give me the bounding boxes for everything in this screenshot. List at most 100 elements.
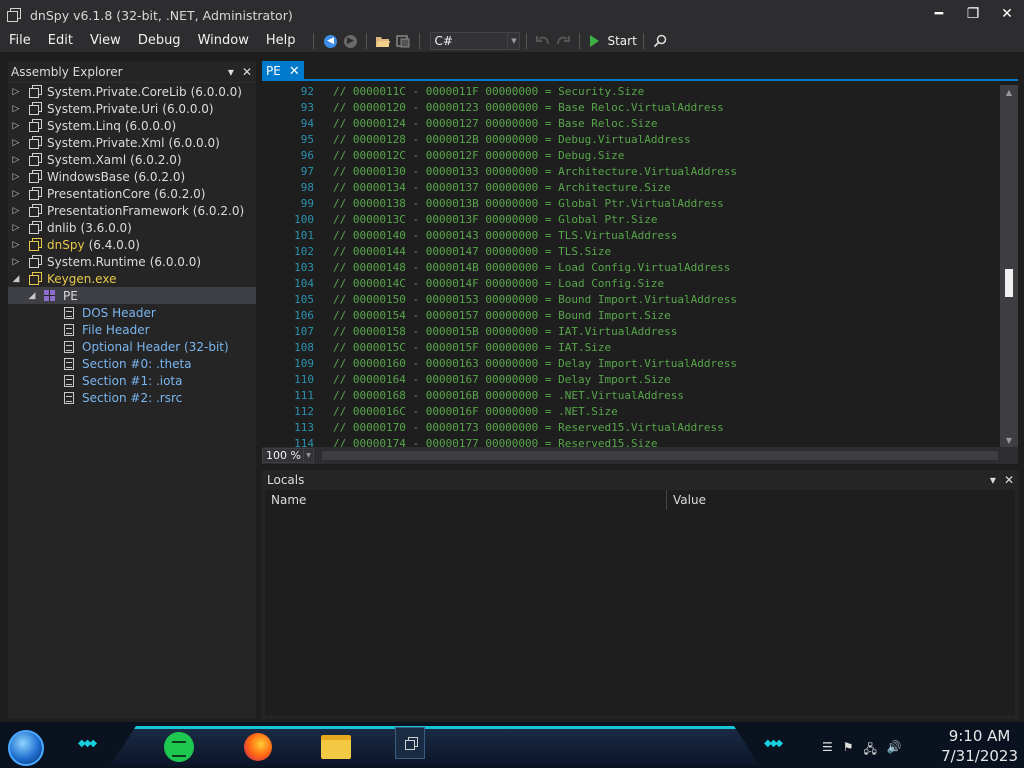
expand-arrow-icon[interactable]: ▷ [10, 206, 22, 216]
close-tab-icon[interactable]: ✕ [289, 64, 300, 79]
editor-footer: 100 % ▼ [262, 447, 1018, 464]
tree-item-keygen[interactable]: ◢ Keygen.exe [8, 270, 256, 287]
zoom-select[interactable]: 100 % ▼ [262, 448, 314, 463]
expand-arrow-icon[interactable]: ▷ [10, 155, 22, 165]
toolbar-separator [313, 33, 315, 49]
open-button[interactable] [373, 31, 393, 51]
open-folder-icon [376, 37, 391, 47]
pe-module-icon [44, 290, 55, 301]
undo-button[interactable] [533, 31, 553, 51]
scrollbar-thumb[interactable] [1005, 269, 1013, 297]
expand-arrow-icon[interactable]: ▷ [10, 87, 22, 97]
taskbar-app-explorer[interactable] [321, 732, 351, 762]
expand-arrow-icon[interactable]: ▷ [10, 138, 22, 148]
tree-item-assembly[interactable]: ▷ System.Private.Xml (6.0.0.0) [8, 134, 256, 151]
taskbar-app-firefox[interactable] [243, 732, 273, 762]
clock[interactable]: 9:10 AM 7/31/2023 [941, 726, 1018, 766]
code-comment: // 0000011C - 0000011F 00000000 = Securi… [333, 85, 645, 98]
line-number: 105 [294, 293, 314, 306]
file-explorer-icon [321, 735, 351, 759]
expand-arrow-icon[interactable]: ▷ [10, 189, 22, 199]
menu-file[interactable]: File [0, 32, 39, 50]
expand-arrow-icon[interactable]: ▷ [10, 104, 22, 114]
tree-item-assembly[interactable]: ▷ dnSpy (6.4.0.0) [8, 236, 256, 253]
collapse-arrow-icon[interactable]: ◢ [26, 291, 38, 301]
code-view[interactable]: 92 // 0000011C - 0000011F 00000000 = Secu… [280, 85, 1000, 449]
assembly-version: (6.0.0.0) [124, 118, 177, 133]
tree-item-assembly[interactable]: ▷ WindowsBase (6.0.2.0) [8, 168, 256, 185]
tree-item-assembly[interactable]: ▷ PresentationCore (6.0.2.0) [8, 185, 256, 202]
expand-arrow-icon[interactable]: ▷ [10, 223, 22, 233]
toolbar-separator [526, 33, 528, 49]
expand-arrow-icon[interactable]: ▷ [10, 240, 22, 250]
show-desktop-icon[interactable]: ☰ [822, 740, 833, 761]
network-icon[interactable]: 🖧 [864, 740, 877, 761]
tree-item-assembly[interactable]: ▷ System.Private.Uri (6.0.0.0) [8, 100, 256, 117]
tree-item-assembly[interactable]: ▷ System.Linq (6.0.0.0) [8, 117, 256, 134]
tree-item-assembly[interactable]: ▷ System.Runtime (6.0.0.0) [8, 253, 256, 270]
column-header-value[interactable]: Value [667, 490, 706, 510]
assembly-version: (6.0.0.0) [190, 84, 242, 99]
code-line: 96 // 0000012C - 0000012F 00000000 = Debu… [280, 149, 1000, 165]
search-button[interactable] [650, 31, 670, 51]
maximize-button[interactable]: ❐ [956, 0, 990, 30]
tab-pe[interactable]: PE ✕ [262, 61, 304, 81]
horizontal-scrollbar[interactable] [322, 451, 998, 460]
vertical-scrollbar[interactable]: ▲ ▼ [1000, 85, 1018, 449]
assembly-version: (6.0.2.0) [192, 203, 245, 218]
menu-debug[interactable]: Debug [129, 32, 189, 50]
scroll-up-icon[interactable]: ▲ [1000, 85, 1018, 101]
navigate-back-button[interactable]: ◀ [320, 31, 340, 51]
menu-view[interactable]: View [81, 32, 129, 50]
taskbar-app-notes[interactable] [164, 732, 194, 762]
tree-item-pe-child[interactable]: Section #0: .theta [8, 355, 256, 372]
tree-item-assembly[interactable]: ▷ dnlib (3.6.0.0) [8, 219, 256, 236]
expand-arrow-icon[interactable]: ▷ [10, 172, 22, 182]
code-line: 110 // 00000164 - 00000167 00000000 = Del… [280, 373, 1000, 389]
tree-item-pe-child[interactable]: DOS Header [8, 304, 256, 321]
column-header-name[interactable]: Name [265, 490, 667, 510]
code-comment: // 00000154 - 00000157 00000000 = Bound … [333, 309, 671, 322]
start-debugging-button[interactable]: Start [590, 34, 637, 48]
play-icon [590, 35, 600, 47]
menu-edit[interactable]: Edit [39, 32, 81, 50]
redo-button[interactable] [553, 31, 573, 51]
code-comment: // 00000138 - 0000013B 00000000 = Global… [333, 197, 724, 210]
close-icon[interactable]: ✕ [242, 65, 252, 79]
close-button[interactable]: ✕ [990, 0, 1024, 30]
tree-item-assembly[interactable]: ▷ System.Xaml (6.0.2.0) [8, 151, 256, 168]
chevron-down-icon[interactable]: ▾ [990, 473, 996, 487]
tree-item-pe-child[interactable]: Section #2: .rsrc [8, 389, 256, 406]
tree-item-pe[interactable]: ◢ PE [8, 287, 256, 304]
navigate-forward-button[interactable]: ▶ [340, 31, 360, 51]
collapse-arrow-icon[interactable]: ◢ [10, 274, 22, 284]
close-icon[interactable]: ✕ [1004, 473, 1014, 487]
language-select[interactable]: C# ▼ [430, 32, 521, 50]
open-list-button[interactable] [393, 31, 413, 51]
taskbar-app-dnspy[interactable] [395, 727, 425, 759]
flag-icon[interactable]: ⚑ [843, 740, 854, 761]
toolbar-separator [419, 33, 421, 49]
menu-window[interactable]: Window [189, 32, 257, 50]
code-line: 95 // 00000128 - 0000012B 00000000 = Debu… [280, 133, 1000, 149]
tree-item-pe-child[interactable]: Section #1: .iota [8, 372, 256, 389]
dnspy-icon [404, 736, 418, 750]
menu-help[interactable]: Help [257, 32, 304, 50]
tree-item-pe-child[interactable]: File Header [8, 321, 256, 338]
line-number: 106 [294, 309, 314, 322]
tree-item-assembly[interactable]: ▷ PresentationFramework (6.0.2.0) [8, 202, 256, 219]
chevron-down-icon[interactable]: ▾ [228, 65, 234, 79]
volume-icon[interactable]: 🔊 [887, 740, 902, 761]
tree-item-pe-child[interactable]: Optional Header (32-bit) [8, 338, 256, 355]
line-number: 99 [300, 197, 314, 210]
locals-header: Locals ▾ ✕ [262, 470, 1018, 490]
tree-item-assembly[interactable]: ▷ System.Private.CoreLib (6.0.0.0) [8, 83, 256, 100]
code-comment: // 0000015C - 0000015F 00000000 = IAT.Si… [333, 341, 612, 354]
start-button[interactable] [8, 730, 44, 766]
assembly-name: System.Xaml [47, 152, 127, 167]
code-comment: // 00000130 - 00000133 00000000 = Archit… [333, 165, 737, 178]
assembly-explorer-panel: Assembly Explorer ▾ ✕ ▷ System.Private.Co… [8, 61, 256, 719]
minimize-button[interactable]: ━ [922, 0, 956, 30]
expand-arrow-icon[interactable]: ▷ [10, 121, 22, 131]
expand-arrow-icon[interactable]: ▷ [10, 257, 22, 267]
